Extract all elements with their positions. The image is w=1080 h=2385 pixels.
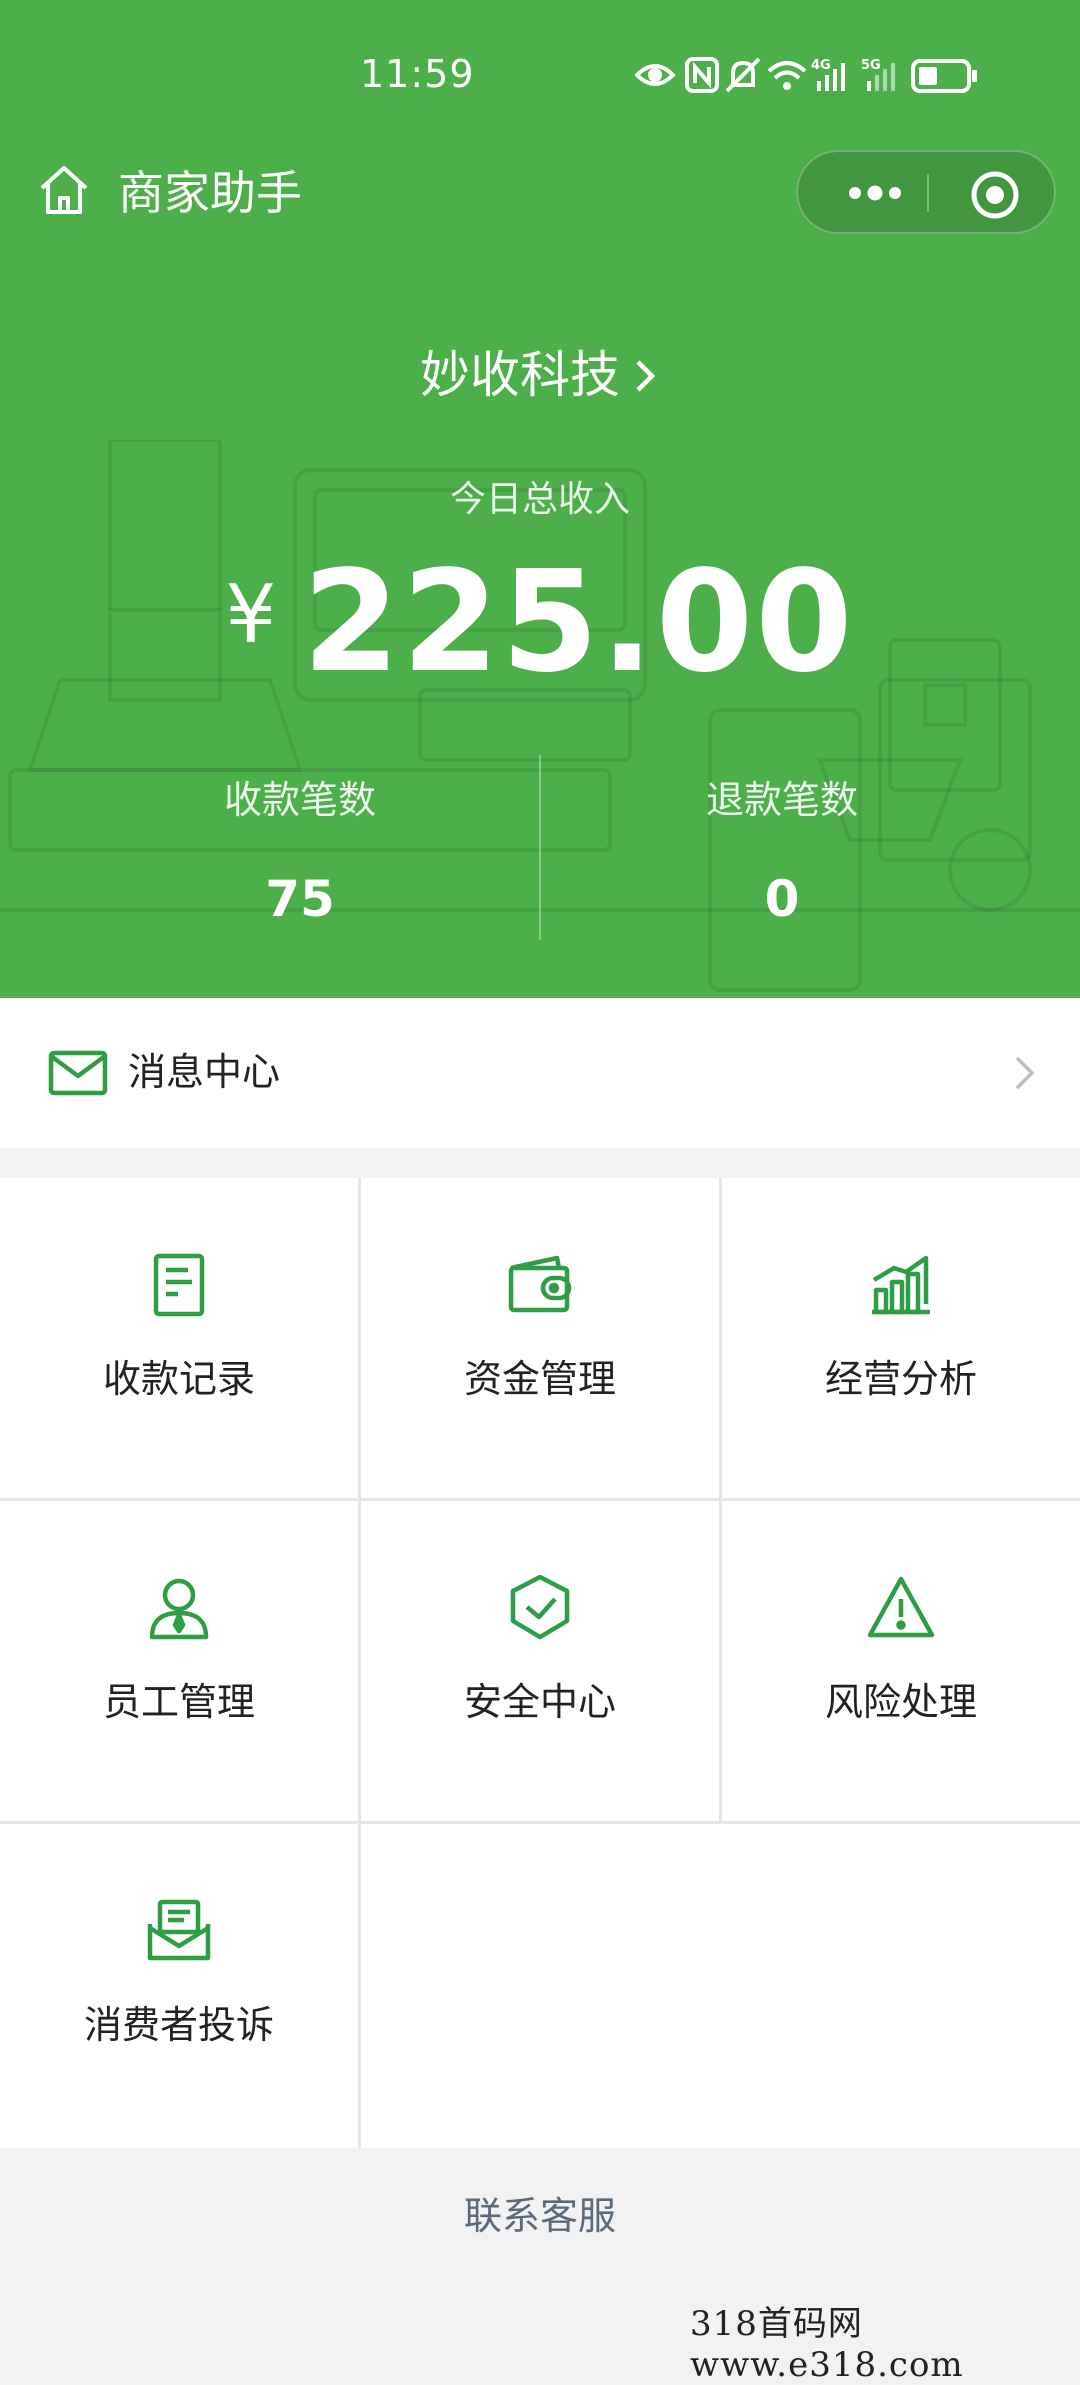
more-icon[interactable] bbox=[830, 168, 920, 218]
bar-chart-icon bbox=[872, 1255, 930, 1315]
mini-program-capsule bbox=[796, 150, 1056, 234]
contact-support-link[interactable]: 联系客服 bbox=[0, 2185, 1080, 2240]
menu-item-consumer-complaints[interactable]: 消费者投诉 bbox=[0, 1824, 358, 2148]
status-icons: 4G 5G bbox=[635, 57, 977, 93]
menu-grid: 收款记录 资金管理 经营分析 员工管理 安全中心 风险处理 消费者投诉 bbox=[0, 1178, 1080, 2148]
menu-label: 员工管理 bbox=[102, 1680, 255, 1724]
menu-item-fund-management[interactable]: 资金管理 bbox=[361, 1178, 719, 1498]
staff-icon bbox=[149, 1578, 209, 1640]
menu-label: 经营分析 bbox=[824, 1357, 977, 1401]
menu-label: 安全中心 bbox=[463, 1680, 616, 1724]
refunds-label: 退款笔数 bbox=[705, 778, 858, 822]
menu-label: 消费者投诉 bbox=[83, 2003, 274, 2047]
complaint-icon bbox=[147, 1899, 211, 1961]
receipt-icon bbox=[153, 1253, 205, 1317]
network-5g-text: 5G bbox=[861, 58, 881, 73]
message-center-label: 消息中心 bbox=[128, 1050, 281, 1094]
status-time: 11:59 bbox=[360, 52, 475, 96]
wifi-icon bbox=[767, 61, 807, 90]
dashboard-header: 11:59 4G 5G 商家助手 妙收科技 今日总收入 ¥ 225.00 收款笔… bbox=[0, 0, 1080, 998]
chevron-right-icon bbox=[1015, 1056, 1035, 1090]
signal-5g-icon: 5G bbox=[861, 58, 895, 91]
warning-icon bbox=[867, 1576, 935, 1638]
currency-symbol: ¥ bbox=[225, 568, 277, 661]
mute-icon bbox=[725, 57, 761, 93]
chevron-right-icon bbox=[636, 360, 656, 392]
menu-item-business-analysis[interactable]: 经营分析 bbox=[722, 1178, 1080, 1498]
mail-icon bbox=[48, 1050, 108, 1096]
menu-item-risk-handling[interactable]: 风险处理 bbox=[722, 1501, 1080, 1821]
merchant-selector[interactable]: 妙收科技 bbox=[0, 335, 1080, 415]
capsule-divider bbox=[927, 174, 929, 212]
amount-value: 225.00 bbox=[302, 541, 855, 704]
status-bar: 11:59 4G 5G bbox=[0, 0, 1080, 150]
message-center-row[interactable]: 消息中心 bbox=[0, 998, 1080, 1148]
menu-label: 风险处理 bbox=[824, 1680, 977, 1724]
battery-icon bbox=[911, 59, 977, 93]
collections-label: 收款笔数 bbox=[223, 778, 376, 822]
shield-icon bbox=[510, 1574, 570, 1640]
menu-empty-slot bbox=[361, 1824, 1080, 2148]
menu-item-staff-management[interactable]: 员工管理 bbox=[0, 1501, 358, 1821]
close-target-icon[interactable] bbox=[968, 168, 1022, 222]
nfc-icon bbox=[685, 57, 719, 93]
collections-value: 75 bbox=[265, 870, 335, 928]
today-income-amount: ¥225.00 bbox=[0, 540, 1080, 740]
menu-item-collection-records[interactable]: 收款记录 bbox=[0, 1178, 358, 1498]
signal-4g-icon: 4G bbox=[811, 58, 845, 91]
nav-bar: 商家助手 bbox=[0, 150, 1080, 240]
menu-label: 资金管理 bbox=[463, 1357, 616, 1401]
menu-item-security-center[interactable]: 安全中心 bbox=[361, 1501, 719, 1821]
wallet-icon bbox=[508, 1255, 572, 1313]
home-icon[interactable] bbox=[36, 162, 92, 218]
eye-icon bbox=[635, 64, 676, 86]
network-4g-text: 4G bbox=[811, 58, 831, 73]
nav-title: 商家助手 bbox=[118, 166, 302, 220]
refunds-stat: 退款笔数 0 bbox=[512, 770, 1052, 928]
watermark-text: 318首码网 www.e318.com bbox=[690, 2304, 964, 2385]
merchant-name: 妙收科技 bbox=[420, 346, 620, 404]
menu-label: 收款记录 bbox=[102, 1357, 255, 1401]
refunds-value: 0 bbox=[764, 870, 800, 928]
collections-stat: 收款笔数 75 bbox=[30, 770, 570, 928]
today-income-label: 今日总收入 bbox=[449, 479, 630, 520]
